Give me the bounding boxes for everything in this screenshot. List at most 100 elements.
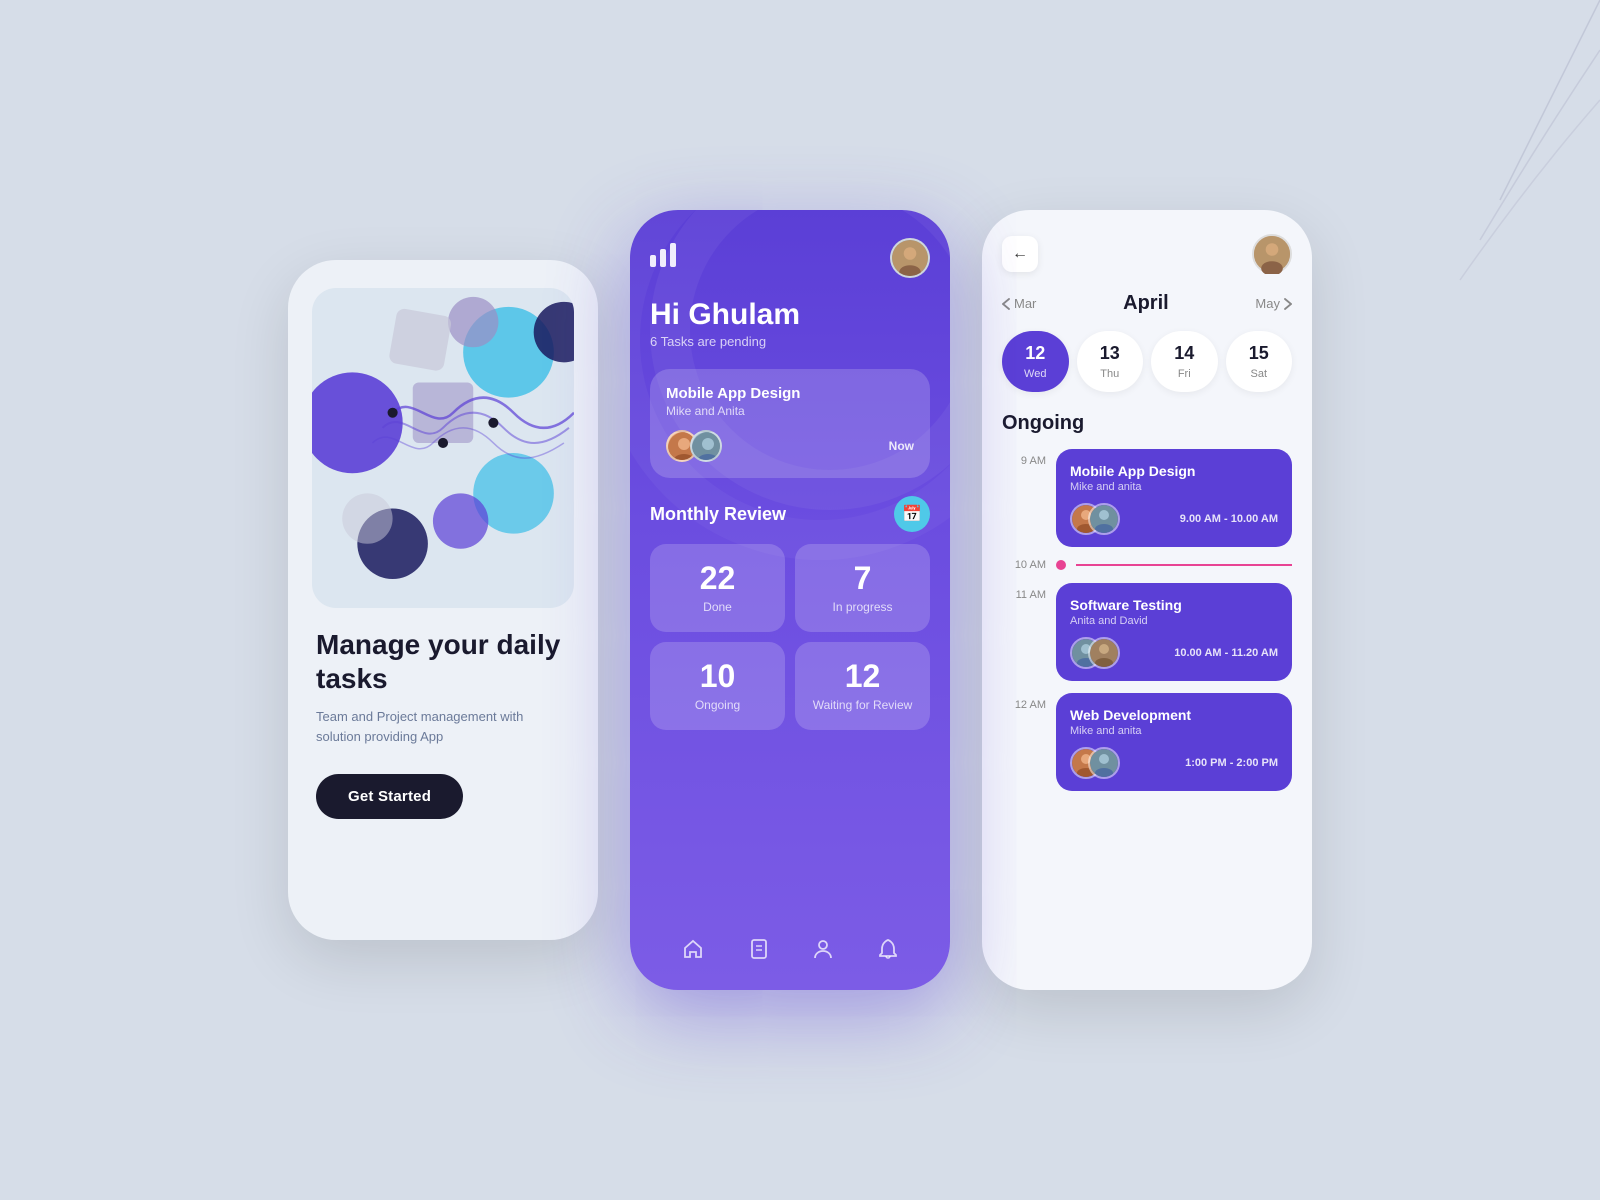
task-time: Now <box>889 439 914 453</box>
webdev-title: Web Development <box>1070 707 1278 723</box>
day-14[interactable]: 14 Fri <box>1151 331 1218 392</box>
mobile-app-sub: Mike and anita <box>1070 481 1278 493</box>
stat-waiting-label: Waiting for Review <box>813 698 913 712</box>
stats-grid: 22 Done 7 In progress 10 Ongoing 12 Wait… <box>650 544 930 730</box>
schedule-row-12am: 12 AM Web Development Mike and anita <box>1002 693 1292 791</box>
stat-done[interactable]: 22 Done <box>650 544 785 632</box>
time-9am: 9 AM <box>1002 449 1046 467</box>
phone-dashboard: Hi Ghulam 6 Tasks are pending Mobile App… <box>630 210 950 990</box>
stat-ongoing[interactable]: 10 Ongoing <box>650 642 785 730</box>
phones-container: Manage your daily tasks Team and Project… <box>288 210 1312 990</box>
timeline-row: 10 AM <box>1002 559 1292 571</box>
task-card[interactable]: Mobile App Design Mike and Anita <box>650 369 930 478</box>
nav-home-icon[interactable] <box>682 938 704 966</box>
phone-onboarding: Manage your daily tasks Team and Project… <box>288 260 598 940</box>
webdev-time: 1:00 PM - 2:00 PM <box>1185 757 1278 769</box>
calendar-icon[interactable]: 📅 <box>894 496 930 532</box>
stat-done-number: 22 <box>700 562 736 594</box>
timeline-dot <box>1056 560 1066 570</box>
next-month-btn[interactable]: May <box>1255 296 1292 311</box>
webdev-sub: Mike and anita <box>1070 725 1278 737</box>
timeline-time: 10 AM <box>1002 559 1046 571</box>
greeting-title: Hi Ghulam <box>650 298 930 332</box>
back-button[interactable]: ← <box>1002 236 1038 272</box>
dashboard-topbar <box>650 238 930 278</box>
calendar-user-avatar <box>1252 234 1292 274</box>
schedule-card-webdev[interactable]: Web Development Mike and anita <box>1056 693 1292 791</box>
user-avatar <box>890 238 930 278</box>
stat-ongoing-number: 10 <box>700 660 736 692</box>
day-13-label: Thu <box>1100 368 1119 380</box>
day-12-num: 12 <box>1025 343 1045 364</box>
month-nav: Mar April May <box>1002 292 1292 315</box>
task-avatars <box>666 430 714 462</box>
day-15[interactable]: 15 Sat <box>1226 331 1293 392</box>
schedule-card-mobile-app[interactable]: Mobile App Design Mike and anita <box>1056 449 1292 547</box>
day-15-num: 15 <box>1249 343 1269 364</box>
get-started-button[interactable]: Get Started <box>316 774 463 819</box>
day-14-label: Fri <box>1178 368 1191 380</box>
stat-waiting-number: 12 <box>845 660 881 692</box>
time-12am: 12 AM <box>1002 693 1046 711</box>
mobile-app-avatars <box>1070 503 1112 535</box>
phone1-title: Manage your daily tasks <box>316 628 570 695</box>
day-13[interactable]: 13 Thu <box>1077 331 1144 392</box>
phone-calendar: ← Mar April May 12 <box>982 210 1312 990</box>
schedule-list: 9 AM Mobile App Design Mike and anita <box>1002 449 1292 970</box>
tasks-pending: 6 Tasks are pending <box>650 334 930 349</box>
month-title: April <box>1123 292 1169 315</box>
monthly-title: Monthly Review <box>650 504 786 525</box>
stat-inprogress-number: 7 <box>854 562 872 594</box>
schedule-row-9am: 9 AM Mobile App Design Mike and anita <box>1002 449 1292 547</box>
schedule-row-11am: 11 AM Software Testing Anita and David <box>1002 583 1292 681</box>
calendar-topbar: ← <box>1002 234 1292 274</box>
prev-month-label: Mar <box>1014 296 1036 311</box>
day-12-label: Wed <box>1024 368 1046 380</box>
software-title: Software Testing <box>1070 597 1278 613</box>
software-sub: Anita and David <box>1070 615 1278 627</box>
days-row: 12 Wed 13 Thu 14 Fri 15 Sat <box>1002 331 1292 392</box>
phone1-subtitle: Team and Project management with solutio… <box>316 707 570 746</box>
monthly-header: Monthly Review 📅 <box>650 496 930 532</box>
task-card-bottom: Now <box>666 430 914 462</box>
software-avatars <box>1070 637 1112 669</box>
nav-profile-icon[interactable] <box>813 938 833 966</box>
stat-ongoing-label: Ongoing <box>695 698 740 712</box>
phone1-content: Manage your daily tasks Team and Project… <box>312 608 574 904</box>
task-members: Mike and Anita <box>666 404 914 418</box>
timeline-line <box>1076 564 1292 566</box>
task-title: Mobile App Design <box>666 385 914 402</box>
bg-decoration <box>1300 0 1600 300</box>
mobile-app-card-bottom: 9.00 AM - 10.00 AM <box>1070 503 1278 535</box>
software-time: 10.00 AM - 11.20 AM <box>1174 647 1278 659</box>
day-12[interactable]: 12 Wed <box>1002 331 1069 392</box>
prev-month-btn[interactable]: Mar <box>1002 296 1036 311</box>
day-14-num: 14 <box>1174 343 1194 364</box>
nav-bell-icon[interactable] <box>878 938 898 966</box>
monthly-review-section: Monthly Review 📅 22 Done 7 In progress 1… <box>650 496 930 730</box>
mobile-app-title: Mobile App Design <box>1070 463 1278 479</box>
software-card-bottom: 10.00 AM - 11.20 AM <box>1070 637 1278 669</box>
chart-icon <box>650 243 678 273</box>
day-13-num: 13 <box>1100 343 1120 364</box>
bottom-nav <box>650 924 930 970</box>
stat-waiting[interactable]: 12 Waiting for Review <box>795 642 930 730</box>
avatar-david <box>1088 637 1120 669</box>
illustration <box>312 288 574 608</box>
webdev-avatars <box>1070 747 1112 779</box>
day-15-label: Sat <box>1250 368 1267 380</box>
avatar-anita-web <box>1088 747 1120 779</box>
time-11am: 11 AM <box>1002 583 1046 601</box>
next-month-label: May <box>1255 296 1280 311</box>
webdev-card-bottom: 1:00 PM - 2:00 PM <box>1070 747 1278 779</box>
stat-inprogress[interactable]: 7 In progress <box>795 544 930 632</box>
stat-inprogress-label: In progress <box>832 600 892 614</box>
nav-docs-icon[interactable] <box>749 938 769 966</box>
stat-done-label: Done <box>703 600 732 614</box>
avatar-anita-cal <box>1088 503 1120 535</box>
avatar-anita <box>690 430 722 462</box>
ongoing-title: Ongoing <box>1002 412 1292 435</box>
greeting-section: Hi Ghulam 6 Tasks are pending <box>650 298 930 349</box>
mobile-app-time: 9.00 AM - 10.00 AM <box>1180 513 1278 525</box>
schedule-card-software[interactable]: Software Testing Anita and David <box>1056 583 1292 681</box>
